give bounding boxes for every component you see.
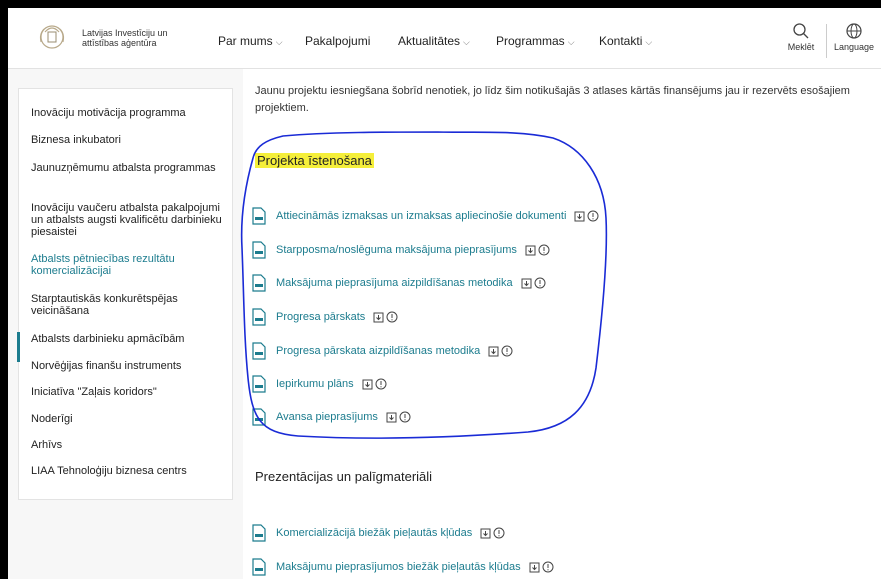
download-icon <box>362 379 373 390</box>
document-icon <box>252 207 266 225</box>
sidebar-item-konkuretspeja[interactable]: Starptautiskās konkurētspējas veicināšan… <box>31 293 226 317</box>
download-icon <box>480 528 491 539</box>
document-icon <box>252 241 266 259</box>
active-indicator <box>17 332 20 362</box>
document-icon <box>252 274 266 292</box>
sidebar-item-arhivs[interactable]: Arhīvs <box>31 439 226 451</box>
nav-aktualitates[interactable]: Aktualitātes ⌵ <box>398 34 470 48</box>
sidebar-menu: Inovāciju motivācija programma Biznesa i… <box>17 88 233 500</box>
download-icon <box>386 412 397 423</box>
browser-viewport: Latvijas Investīciju un attīstības aģent… <box>8 8 881 579</box>
sidebar-item-inovaciju-vauceri[interactable]: Inovāciju vaučeru atbalsta pakalpojumi u… <box>31 202 226 238</box>
info-icon <box>386 311 398 323</box>
info-icon <box>534 277 546 289</box>
sidebar-item-inovaciju-motivacija[interactable]: Inovāciju motivācija programma <box>31 107 226 119</box>
download-icon <box>574 211 585 222</box>
nav-kontakti[interactable]: Kontakti ⌵ <box>599 34 652 48</box>
sidebar-item-darbinieku-apmaciba[interactable]: Atbalsts darbinieku apmācībām <box>31 333 226 345</box>
sidebar-item-jaunuznemumu[interactable]: Jaunuzņēmumu atbalsta programmas <box>31 162 226 174</box>
search-icon <box>793 23 809 39</box>
info-icon <box>542 561 554 573</box>
info-icon <box>375 378 387 390</box>
info-icon <box>587 210 599 222</box>
chevron-down-icon: ⌵ <box>275 37 283 47</box>
nav-pakalpojumi[interactable]: Pakalpojumi <box>305 34 370 48</box>
download-icon <box>373 312 384 323</box>
section-heading-presentations: Prezentācijas un palīgmateriāli <box>255 469 433 484</box>
search-button[interactable]: Meklēt <box>780 22 822 52</box>
document-icon <box>252 524 266 542</box>
sidebar-item-noderigi[interactable]: Noderīgi <box>31 413 226 425</box>
sidebar-item-biznesa-inkubatori[interactable]: Biznesa inkubatori <box>31 134 226 146</box>
chevron-down-icon: ⌵ <box>463 37 470 47</box>
coat-of-arms-logo[interactable] <box>36 20 68 52</box>
nav-par-mums[interactable]: Par mums ⌵ <box>218 34 283 48</box>
organization-name[interactable]: Latvijas Investīciju un attīstības aģent… <box>82 28 202 48</box>
chevron-down-icon: ⌵ <box>567 37 575 47</box>
document-icon <box>252 308 266 326</box>
document-icon <box>252 558 266 576</box>
document-icon <box>252 375 266 393</box>
chevron-down-icon: ⌵ <box>645 37 653 47</box>
nav-programmas[interactable]: Programmas ⌵ <box>496 34 575 48</box>
sidebar-item-zalais-koridors[interactable]: Iniciatīva "Zaļais koridors" <box>31 386 226 398</box>
sidebar-item-komercializacija[interactable]: Atbalsts pētniecības rezultātu komercial… <box>31 253 226 277</box>
globe-icon <box>846 23 862 39</box>
intro-text: Jaunu projektu iesniegšana šobrīd nenoti… <box>255 85 850 114</box>
info-icon <box>399 411 411 423</box>
info-icon <box>493 527 505 539</box>
header-divider <box>826 24 827 58</box>
info-icon <box>501 345 513 357</box>
main-content: Jaunu projektu iesniegšana šobrīd nenoti… <box>243 69 881 579</box>
document-icon <box>252 408 266 426</box>
download-icon <box>488 346 499 357</box>
section-heading-implementation: Projekta īstenošana <box>255 153 374 168</box>
sidebar-item-norvegijas[interactable]: Norvēģijas finanšu instruments <box>31 360 226 372</box>
download-icon <box>521 278 532 289</box>
document-icon <box>252 342 266 360</box>
language-button[interactable]: Language <box>830 22 878 52</box>
info-icon <box>538 244 550 256</box>
download-icon <box>525 245 536 256</box>
site-header: Latvijas Investīciju un attīstības aģent… <box>8 8 881 69</box>
download-icon <box>529 562 540 573</box>
sidebar-item-tehnologiju-centrs[interactable]: LIAA Tehnoloģiju biznesa centrs <box>31 465 226 477</box>
